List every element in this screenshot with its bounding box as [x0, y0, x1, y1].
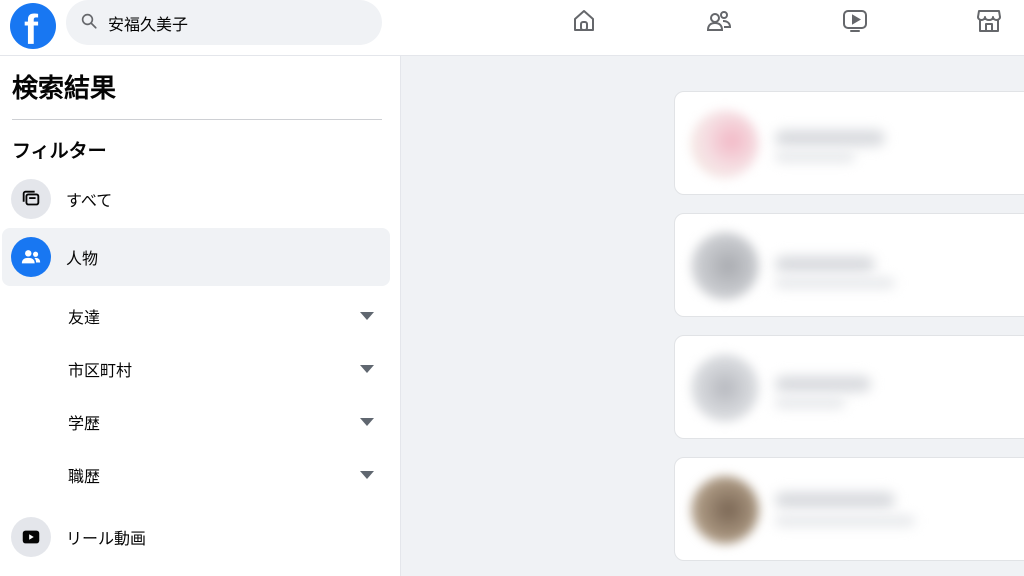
filter-people[interactable]: 人物 — [2, 228, 390, 286]
blurred-name — [775, 130, 885, 146]
facebook-f-icon: f — [24, 6, 38, 53]
all-results-icon — [11, 179, 51, 219]
filters-heading: フィルター — [12, 140, 107, 162]
profile-avatar[interactable] — [691, 476, 759, 544]
profile-avatar[interactable] — [691, 354, 759, 422]
subfilter-city-label: 市区町村 — [68, 361, 133, 380]
search-filters-sidebar: 検索結果 フィルター すべて 人物 友達 市区町村 学歴 職歴 リール動画 — [0, 56, 401, 576]
filter-people-label: 人物 — [66, 249, 99, 268]
search-result-card[interactable] — [674, 91, 1024, 195]
search-icon — [80, 12, 98, 34]
profile-avatar[interactable] — [691, 232, 759, 300]
subfilter-friends[interactable]: 友達 — [2, 291, 390, 341]
blurred-detail — [775, 516, 915, 526]
friends-nav-button[interactable] — [704, 8, 734, 38]
filter-all[interactable]: すべて — [2, 170, 390, 228]
subfilter-education[interactable]: 学歴 — [2, 397, 390, 447]
top-navigation-bar: f 安福久美子 — [0, 0, 1024, 56]
subfilter-friends-label: 友達 — [68, 308, 101, 327]
friends-icon — [705, 7, 733, 39]
home-icon — [570, 7, 598, 39]
subfilter-work[interactable]: 職歴 — [2, 450, 390, 500]
search-input[interactable]: 安福久美子 — [66, 0, 382, 45]
caret-down-icon — [360, 365, 374, 373]
search-result-card[interactable] — [674, 335, 1024, 439]
subfilter-work-label: 職歴 — [68, 467, 101, 486]
filter-reels-label: リール動画 — [66, 529, 147, 548]
search-query-text: 安福久美子 — [108, 14, 189, 34]
caret-down-icon — [360, 312, 374, 320]
blurred-detail — [775, 398, 845, 408]
subfilter-education-label: 学歴 — [68, 414, 101, 433]
caret-down-icon — [360, 471, 374, 479]
search-result-card[interactable] — [674, 457, 1024, 561]
blurred-name — [775, 376, 871, 392]
blurred-detail — [775, 152, 855, 162]
blurred-name — [775, 492, 895, 508]
reels-icon — [11, 517, 51, 557]
home-nav-button[interactable] — [569, 8, 599, 38]
profile-avatar[interactable] — [691, 110, 759, 178]
people-icon — [11, 237, 51, 277]
filter-all-label: すべて — [66, 191, 113, 210]
watch-nav-button[interactable] — [840, 8, 870, 38]
facebook-logo[interactable]: f — [10, 3, 56, 53]
search-result-card[interactable] — [674, 213, 1024, 317]
store-icon — [975, 7, 1003, 39]
page-title: 検索結果 — [12, 74, 117, 104]
divider — [12, 119, 382, 120]
blurred-name — [775, 256, 875, 272]
video-icon — [841, 7, 869, 39]
blurred-detail — [775, 278, 895, 288]
filter-reels[interactable]: リール動画 — [2, 508, 390, 566]
subfilter-city[interactable]: 市区町村 — [2, 344, 390, 394]
marketplace-nav-button[interactable] — [974, 8, 1004, 38]
caret-down-icon — [360, 418, 374, 426]
